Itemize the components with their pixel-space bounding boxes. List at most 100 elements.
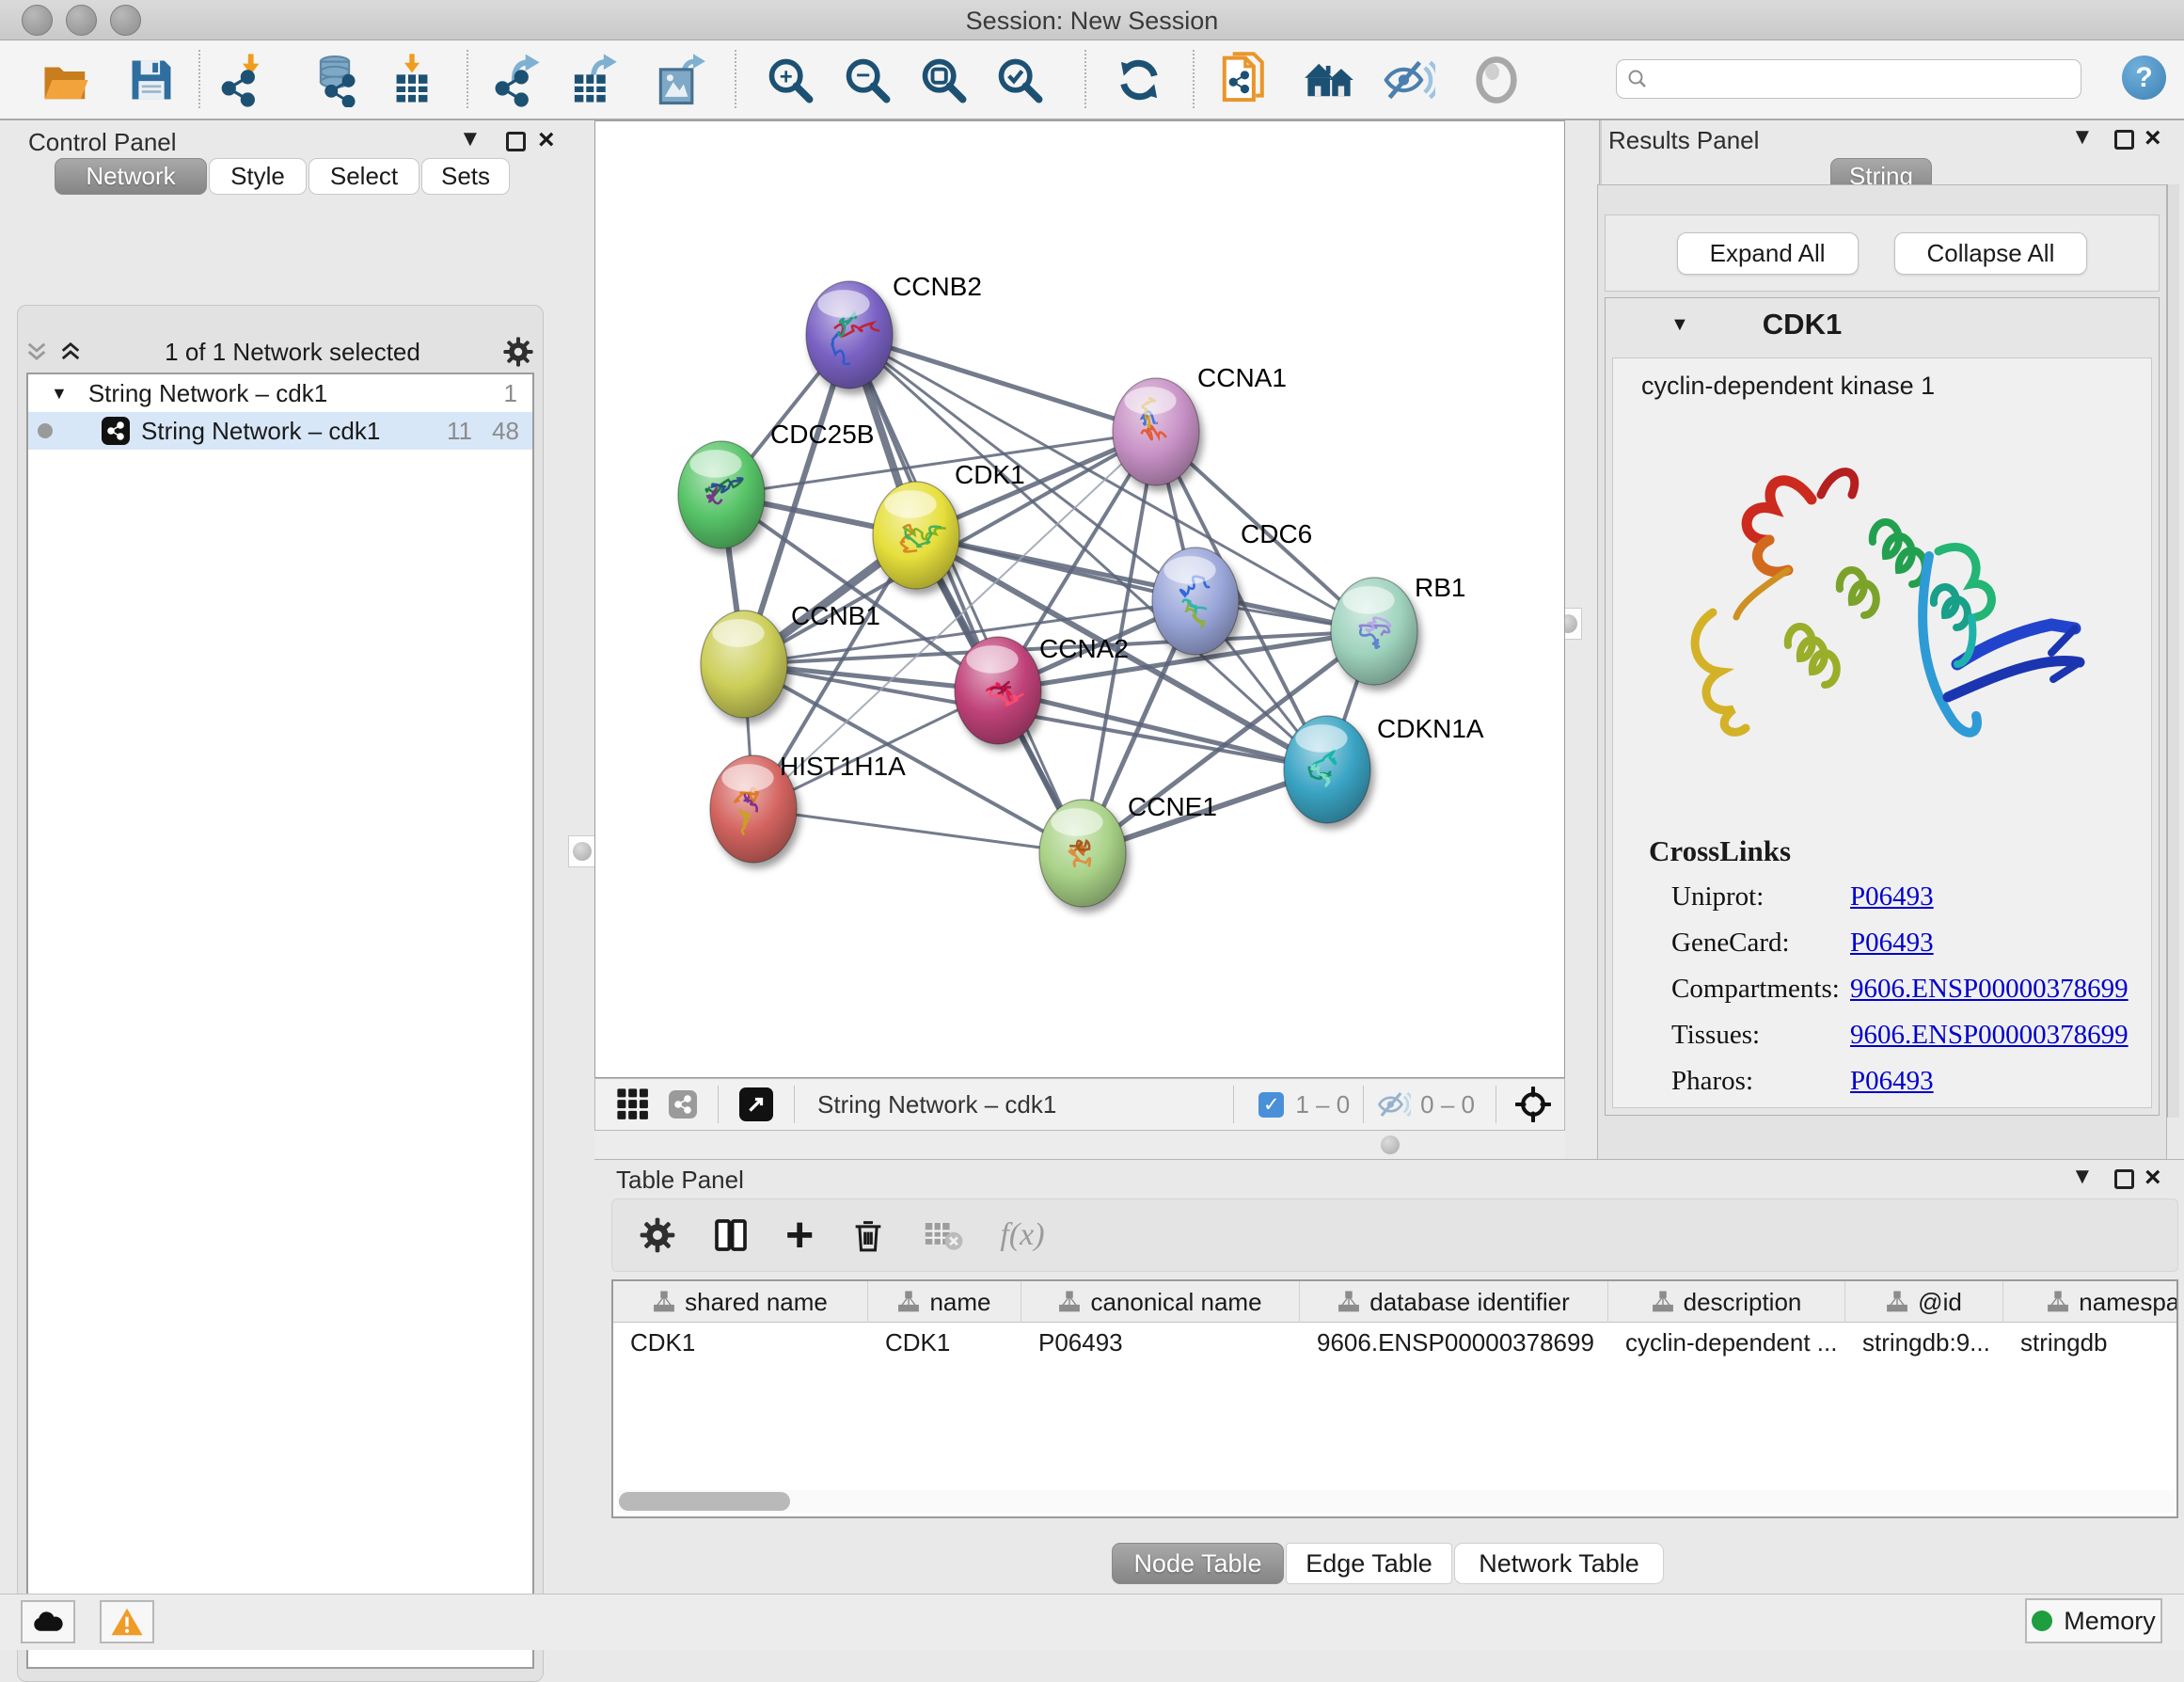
zoom-selected-button[interactable] <box>993 50 1046 110</box>
import-network-database-button[interactable] <box>309 50 361 110</box>
control-panel-float-icon[interactable] <box>506 132 526 151</box>
tab-style[interactable]: Style <box>209 158 307 195</box>
help-button[interactable]: ? <box>2122 56 2166 100</box>
gene-section-header[interactable]: ▼ CDK1 <box>1605 297 2160 352</box>
column-header-id[interactable]: @id <box>1845 1281 2003 1323</box>
network-node-CDC6[interactable] <box>1152 547 1239 655</box>
network-collection-row[interactable]: ▼ String Network – cdk1 1 <box>28 374 532 412</box>
column-header-namespace[interactable]: namespace <box>2003 1281 2178 1323</box>
crosslink-pharos-link[interactable]: P06493 <box>1850 1066 2151 1097</box>
crosslink-genecard-link[interactable]: P06493 <box>1850 928 2151 959</box>
export-table-button[interactable] <box>570 50 623 110</box>
crosshair-icon[interactable] <box>1515 1087 1551 1122</box>
cell-namespace[interactable]: stringdb <box>2003 1323 2178 1362</box>
network-view-title: String Network – cdk1 <box>817 1090 1056 1119</box>
cell-id[interactable]: stringdb:9... <box>1845 1323 2003 1362</box>
refresh-button[interactable] <box>1113 50 1165 110</box>
selected-checkbox-icon[interactable]: ✓ <box>1258 1092 1284 1118</box>
column-header-canonical-name[interactable]: canonical name <box>1021 1281 1300 1323</box>
column-header-name[interactable]: name <box>868 1281 1021 1323</box>
crosslink-uniprot-link[interactable]: P06493 <box>1850 881 2151 912</box>
tab-node-table[interactable]: Node Table <box>1112 1543 1284 1584</box>
collapse-all-icon[interactable] <box>24 340 49 364</box>
table-panel-collapse-icon[interactable]: ▼ <box>2071 1164 2094 1190</box>
cell-shared-name[interactable]: CDK1 <box>613 1323 868 1362</box>
show-graphics-button[interactable] <box>1470 50 1523 110</box>
cell-canonical-name[interactable]: P06493 <box>1021 1323 1300 1362</box>
cell-database-identifier[interactable]: 9606.ENSP00000378699 <box>1300 1323 1608 1362</box>
window-title: Session: New Session <box>0 7 2184 36</box>
open-session-button[interactable] <box>40 50 92 110</box>
search-input[interactable] <box>1616 59 2081 99</box>
home-button[interactable] <box>1303 50 1355 110</box>
collection-expand-icon[interactable]: ▼ <box>51 384 68 404</box>
network-node-CCNB2[interactable] <box>806 281 893 389</box>
results-panel-close-icon[interactable]: × <box>2144 122 2161 154</box>
toolbar-separator <box>467 50 468 108</box>
zoom-out-button[interactable]: − <box>841 50 894 110</box>
column-header-shared-name[interactable]: shared name <box>613 1281 868 1323</box>
export-network-button[interactable] <box>493 50 546 110</box>
export-image-button[interactable] <box>658 50 711 110</box>
control-panel-collapse-icon[interactable]: ▼ <box>459 126 482 152</box>
left-splitter-handle[interactable] <box>568 835 596 867</box>
collapse-all-button[interactable]: Collapse All <box>1894 232 2088 275</box>
table-horizontal-scrollbar[interactable] <box>617 1490 2175 1513</box>
hide-graphics-button[interactable] <box>1383 50 1435 110</box>
column-type-icon <box>1058 1291 1081 1313</box>
network-row[interactable]: String Network – cdk1 11 48 <box>28 412 532 450</box>
control-panel-close-icon[interactable]: × <box>538 124 555 156</box>
results-panel-collapse-icon[interactable]: ▼ <box>2071 124 2094 151</box>
show-columns-icon[interactable] <box>712 1216 750 1254</box>
crosslink-tissues-link[interactable]: 9606.ENSP00000378699 <box>1850 1020 2151 1051</box>
table-row[interactable]: CDK1 CDK1 P06493 9606.ENSP00000378699 cy… <box>613 1323 2178 1362</box>
birdseye-grid-icon[interactable] <box>616 1087 650 1121</box>
network-node-CCNA2[interactable] <box>955 637 1041 744</box>
expand-collapse-bar: Expand All Collapse All <box>1605 214 2160 292</box>
string-network-graph[interactable]: CCNB2CCNA1CDC25BCDK1CDC6RB1CCNB1CCNA2CDK… <box>595 121 1564 1077</box>
node-table[interactable]: shared name name canonical name database… <box>611 1279 2178 1518</box>
network-node-CCNB1[interactable] <box>701 611 787 718</box>
expand-all-button[interactable]: Expand All <box>1677 232 1859 275</box>
import-network-file-button[interactable] <box>218 50 271 110</box>
network-node-CCNA1[interactable] <box>1113 378 1199 485</box>
column-header-database-identifier[interactable]: database identifier <box>1300 1281 1608 1323</box>
results-panel-float-icon[interactable] <box>2114 130 2134 150</box>
network-options-gear-icon[interactable] <box>502 336 534 368</box>
add-column-icon[interactable]: + <box>785 1216 814 1254</box>
network-node-CCNE1[interactable] <box>1039 800 1126 907</box>
table-panel-close-icon[interactable]: × <box>2144 1162 2161 1194</box>
memory-button[interactable]: Memory <box>2025 1598 2162 1643</box>
tab-select[interactable]: Select <box>309 158 419 195</box>
cell-description[interactable]: cyclin-dependent ... <box>1608 1323 1845 1362</box>
warning-status-button[interactable] <box>100 1600 154 1643</box>
horizontal-splitter[interactable] <box>594 1131 1565 1159</box>
scrollbar-thumb[interactable] <box>619 1492 790 1511</box>
string-query-button[interactable] <box>1219 50 1272 110</box>
network-node-CDK1[interactable] <box>873 482 959 589</box>
cell-name[interactable]: CDK1 <box>868 1323 1021 1362</box>
table-panel-float-icon[interactable] <box>2114 1169 2134 1189</box>
tab-network[interactable]: Network <box>55 158 207 195</box>
results-scrollbar[interactable] <box>2167 184 2179 1118</box>
zoom-fit-button[interactable] <box>917 50 970 110</box>
network-node-CDC25B[interactable] <box>678 441 765 548</box>
delete-column-trash-icon[interactable] <box>849 1216 887 1254</box>
network-view-canvas[interactable]: CCNB2CCNA1CDC25BCDK1CDC6RB1CCNB1CCNA2CDK… <box>594 120 1565 1078</box>
tab-sets[interactable]: Sets <box>421 158 510 195</box>
import-table-button[interactable] <box>386 50 438 110</box>
column-header-description[interactable]: description <box>1608 1281 1845 1323</box>
zoom-in-button[interactable]: + <box>764 50 816 110</box>
table-settings-gear-icon[interactable] <box>639 1216 676 1254</box>
tab-edge-table[interactable]: Edge Table <box>1286 1543 1452 1584</box>
save-session-button[interactable] <box>125 50 178 110</box>
cloud-status-button[interactable] <box>21 1600 75 1643</box>
gene-collapse-icon[interactable]: ▼ <box>1670 314 1689 336</box>
network-node-RB1[interactable] <box>1331 578 1417 685</box>
network-node-CDKN1A[interactable] <box>1284 716 1370 823</box>
crosslink-compartments-link[interactable]: 9606.ENSP00000378699 <box>1850 974 2151 1005</box>
tab-network-table[interactable]: Network Table <box>1454 1543 1664 1584</box>
expand-all-icon[interactable] <box>58 340 83 364</box>
network-type-icon[interactable] <box>669 1090 697 1119</box>
detach-view-button[interactable] <box>739 1087 773 1121</box>
